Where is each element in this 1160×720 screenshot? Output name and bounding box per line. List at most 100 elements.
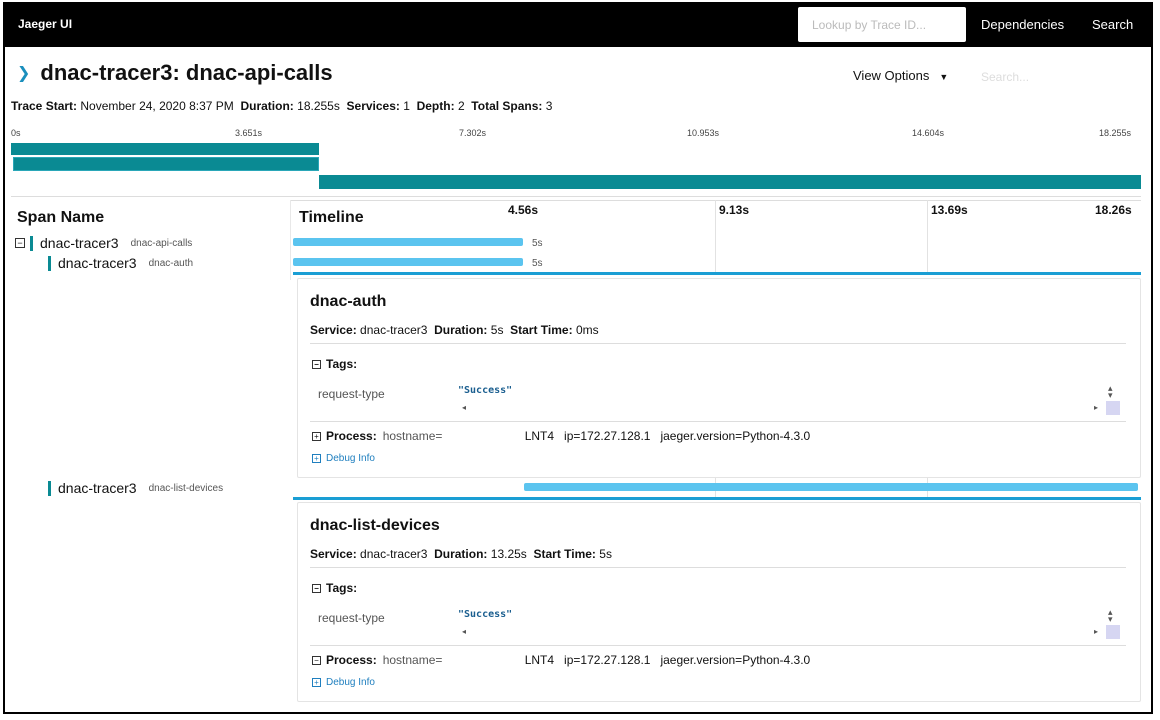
span-detail-panel: dnac-list-devices Service: dnac-tracer3 …: [297, 502, 1141, 702]
minimap-tick: 10.953s: [687, 128, 720, 138]
process-ip: ip=172.27.128.1: [564, 429, 651, 443]
span-operation: dnac-list-devices: [148, 482, 224, 494]
start-time-label: Start Time:: [533, 547, 596, 561]
tags-toggle[interactable]: − Tags:: [312, 581, 357, 595]
process-host-suffix: LNT4: [524, 429, 555, 443]
span-detail-info: Service: dnac-tracer3 Duration: 13.25s S…: [310, 547, 612, 561]
service-color-bar: [30, 235, 33, 251]
selected-span-indicator: [293, 272, 1141, 275]
minimap-span-bar: [319, 175, 1141, 189]
span-row-dnac-api-calls[interactable]: − dnac-tracer3 dnac-api-calls: [15, 235, 192, 251]
nav-search[interactable]: Search: [1092, 17, 1133, 32]
span-service: dnac-tracer3: [40, 235, 119, 251]
span-row-dnac-list-devices[interactable]: dnac-tracer3 dnac-list-devices: [48, 480, 223, 496]
debug-info-link[interactable]: + Debug Info: [312, 453, 375, 464]
scroll-left-icon[interactable]: ◂: [462, 627, 466, 636]
start-time-label: Start Time:: [510, 323, 573, 337]
process-row[interactable]: − Process: hostname= LNT4 ip=172.27.128.…: [312, 653, 810, 667]
span-operation: dnac-auth: [148, 257, 194, 269]
span-name-header: Span Name: [17, 209, 105, 226]
duration-label: Duration:: [240, 99, 294, 113]
duration-label: Duration:: [434, 323, 488, 337]
depth-label: Depth:: [416, 99, 455, 113]
trace-meta: Trace Start: November 24, 2020 8:37 PM D…: [11, 99, 552, 113]
dropdown-caret-icon: ▼: [939, 72, 949, 82]
scrollbar-thumb[interactable]: [1106, 625, 1120, 639]
service-value: dnac-tracer3: [360, 547, 428, 561]
minimap-span-bar: [13, 157, 319, 171]
scroll-left-icon[interactable]: ◂: [462, 403, 466, 412]
minimap-span-bar: [11, 143, 319, 155]
tag-key: request-type: [318, 387, 385, 401]
span-detail-title: dnac-auth: [310, 293, 387, 310]
span-detail-panel: dnac-auth Service: dnac-tracer3 Duration…: [297, 278, 1141, 478]
span-service: dnac-tracer3: [58, 480, 137, 496]
expand-toggle-icon[interactable]: −: [312, 655, 321, 665]
services-value: 1: [403, 99, 410, 113]
divider: [310, 421, 1126, 422]
trace-title[interactable]: ❯ dnac-tracer3: dnac-api-calls: [17, 60, 333, 86]
trace-search-input[interactable]: [981, 66, 1121, 88]
span-timeline-bar[interactable]: [524, 483, 1138, 491]
service-label: Service:: [310, 547, 357, 561]
minimap-tick: 3.651s: [235, 128, 263, 138]
trace-title-text: dnac-tracer3: dnac-api-calls: [40, 60, 333, 85]
timeline-tick: 4.56s: [508, 203, 539, 217]
scroll-updown-icon[interactable]: ▴ ▾: [1108, 384, 1113, 400]
trace-start-label: Trace Start:: [11, 99, 78, 113]
collapse-toggle-icon[interactable]: −: [15, 238, 25, 248]
brand-logo[interactable]: Jaeger UI: [18, 17, 72, 31]
span-row-dnac-auth[interactable]: dnac-tracer3 dnac-auth: [48, 255, 193, 271]
divider: [310, 343, 1126, 344]
app-window: Jaeger UI Dependencies Search ❯ dnac-tra…: [3, 2, 1153, 714]
service-value: dnac-tracer3: [360, 323, 428, 337]
span-detail-info: Service: dnac-tracer3 Duration: 5s Start…: [310, 323, 599, 337]
debug-info-link[interactable]: + Debug Info: [312, 677, 375, 688]
process-host-suffix: LNT4: [524, 653, 555, 667]
span-timeline-bar[interactable]: [293, 238, 523, 246]
view-options-dropdown[interactable]: View Options ▼: [853, 68, 948, 83]
collapse-chevron-icon[interactable]: ❯: [17, 63, 30, 83]
minimap-tick: 14.604s: [912, 128, 945, 138]
scroll-right-icon[interactable]: ▸: [1094, 403, 1098, 412]
service-color-bar: [48, 255, 51, 271]
trace-start-value: November 24, 2020 8:37 PM: [80, 99, 234, 113]
minimap-tick: 7.302s: [459, 128, 487, 138]
span-duration-label: 5s: [532, 238, 543, 249]
process-hostname: hostname=: [382, 653, 443, 667]
scroll-updown-icon[interactable]: ▴ ▾: [1108, 608, 1113, 624]
collapse-toggle-icon[interactable]: −: [312, 359, 321, 369]
trace-id-lookup-input[interactable]: [798, 7, 966, 42]
span-operation: dnac-api-calls: [130, 237, 193, 249]
span-duration-label: 5s: [532, 258, 543, 269]
expand-toggle-icon[interactable]: +: [312, 431, 321, 441]
process-row[interactable]: + Process: hostname= LNT4 ip=172.27.128.…: [312, 429, 810, 443]
span-timeline-bar[interactable]: [293, 258, 523, 266]
services-label: Services:: [346, 99, 400, 113]
nav-dependencies[interactable]: Dependencies: [981, 17, 1064, 32]
process-jaeger-version: jaeger.version=Python-4.3.0: [660, 653, 811, 667]
trace-minimap[interactable]: [11, 141, 1141, 197]
expand-toggle-icon: +: [312, 678, 321, 687]
tags-toggle[interactable]: − Tags:: [312, 357, 357, 371]
column-divider[interactable]: [290, 200, 291, 280]
collapse-toggle-icon[interactable]: −: [312, 583, 321, 593]
process-label: Process:: [326, 429, 377, 443]
minimap-tick: 0s: [11, 128, 21, 138]
tag-key: request-type: [318, 611, 385, 625]
scroll-right-icon[interactable]: ▸: [1094, 627, 1098, 636]
selected-span-indicator: [293, 497, 1141, 500]
minimap-tick: 18.255s: [1099, 128, 1132, 138]
scrollbar-thumb[interactable]: [1106, 401, 1120, 415]
total-spans-value: 3: [545, 99, 553, 113]
top-nav-bar: Jaeger UI Dependencies Search: [5, 4, 1151, 47]
start-time-value: 0ms: [575, 323, 599, 337]
span-service: dnac-tracer3: [58, 255, 137, 271]
tag-value: "Success": [458, 385, 513, 396]
duration-label: Duration:: [434, 547, 488, 561]
grid-line: [927, 200, 928, 272]
duration-value: 5s: [490, 323, 504, 337]
depth-value: 2: [457, 99, 465, 113]
divider: [310, 567, 1126, 568]
timeline-header: Timeline: [299, 209, 364, 226]
